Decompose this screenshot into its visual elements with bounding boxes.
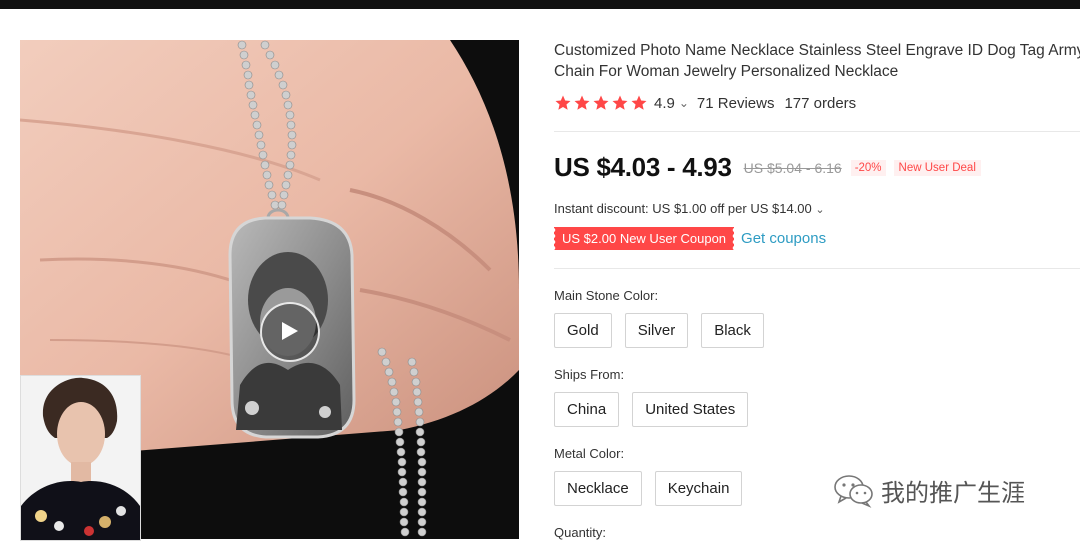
model-portrait — [21, 376, 140, 540]
metal-color-options: Necklace Keychain — [554, 471, 743, 506]
price-row: US $4.03 - 4.93 US $5.04 - 6.16 -20% New… — [554, 152, 981, 183]
rating-row: 4.9 ⌄ 71 Reviews 177 orders — [554, 94, 856, 112]
option-united-states[interactable]: United States — [632, 392, 749, 427]
watermark: 我的推广生涯 — [833, 472, 1025, 508]
option-necklace[interactable]: Necklace — [554, 471, 642, 506]
star-icon — [574, 95, 590, 110]
ships-from-options: China United States — [554, 392, 749, 427]
divider — [554, 131, 1080, 132]
ships-from-label: Ships From: — [554, 367, 625, 382]
star-icon — [631, 95, 647, 110]
divider — [554, 268, 1080, 269]
option-gold[interactable]: Gold — [554, 313, 612, 348]
play-video-button[interactable] — [260, 302, 320, 362]
chevron-down-icon[interactable]: ⌄ — [679, 96, 689, 110]
watermark-text: 我的推广生涯 — [881, 478, 1025, 507]
metal-color-label: Metal Color: — [554, 446, 625, 461]
main-stone-color-options: Gold Silver Black — [554, 313, 764, 348]
current-price: US $4.03 - 4.93 — [554, 152, 732, 182]
top-bar — [0, 0, 1080, 9]
option-silver[interactable]: Silver — [624, 313, 689, 348]
coupon-row: US $2.00 New User Coupon Get coupons — [552, 227, 826, 250]
product-thumbnail[interactable] — [20, 375, 141, 541]
discount-badge: -20% — [850, 159, 886, 176]
quantity-label: Quantity: — [554, 525, 607, 540]
rating-stars — [554, 94, 648, 112]
reviews-link[interactable]: 71 Reviews — [697, 95, 775, 112]
star-icon — [612, 95, 628, 110]
option-keychain[interactable]: Keychain — [654, 471, 743, 506]
main-stone-color-label: Main Stone Color: — [554, 288, 659, 303]
option-china[interactable]: China — [554, 392, 620, 427]
orders-count: 177 orders — [784, 94, 857, 112]
original-price: US $5.04 - 6.16 — [743, 159, 842, 176]
rating-value: 4.9 — [654, 94, 675, 112]
instant-discount-text: Instant discount: US $1.00 off per US $1… — [554, 201, 812, 216]
instant-discount[interactable]: Instant discount: US $1.00 off per US $1… — [554, 201, 825, 216]
get-coupons-link[interactable]: Get coupons — [741, 230, 826, 247]
chevron-down-icon: ⌄ — [815, 204, 825, 216]
wechat-icon — [834, 475, 873, 508]
product-title: Customized Photo Name Necklace Stainless… — [554, 42, 1080, 80]
star-icon — [593, 95, 609, 110]
play-icon — [282, 322, 298, 340]
new-user-deal-badge: New User Deal — [893, 159, 981, 176]
new-user-coupon[interactable]: US $2.00 New User Coupon — [552, 227, 735, 250]
star-icon — [555, 95, 571, 110]
option-black[interactable]: Black — [701, 313, 764, 348]
